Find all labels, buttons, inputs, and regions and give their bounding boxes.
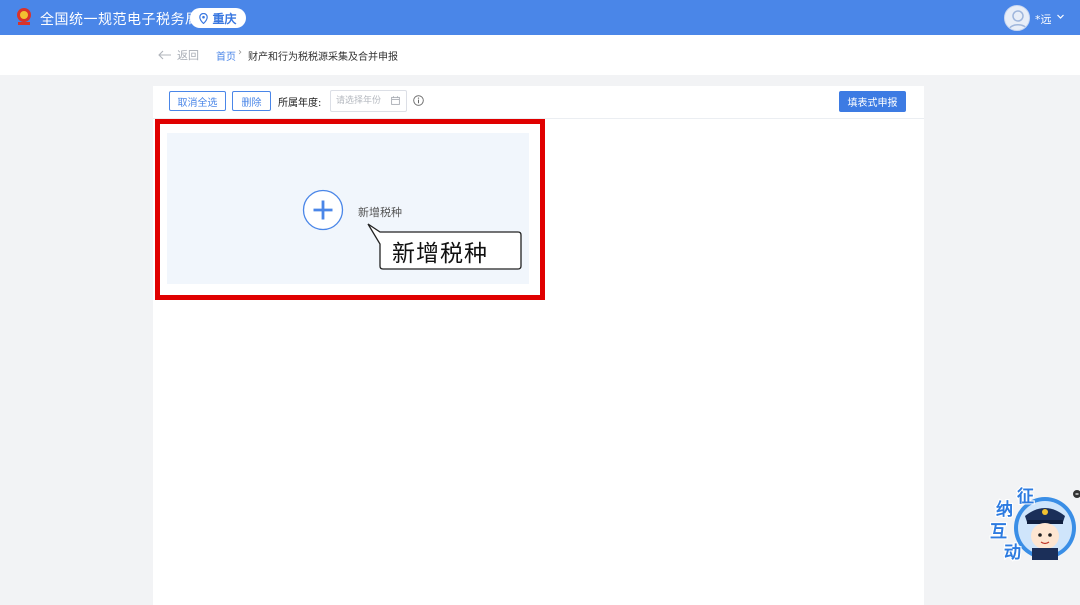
info-icon[interactable]: [413, 95, 424, 106]
mascot-char-na: 纳: [996, 499, 1013, 520]
arrow-left-icon: [158, 50, 171, 60]
back-label: 返回: [177, 49, 199, 62]
breadcrumb-current: 财产和行为税税源采集及合并申报: [248, 52, 398, 63]
chevron-down-icon[interactable]: [1056, 12, 1065, 21]
city-label: 重庆: [212, 11, 237, 26]
breadcrumb-home[interactable]: 首页: [216, 48, 236, 63]
location-pin-icon: [199, 12, 209, 24]
highlight-frame: [155, 119, 545, 300]
delete-button[interactable]: 删除: [232, 91, 271, 111]
user-avatar-icon: [1008, 10, 1028, 30]
breadcrumb-separator: ›: [238, 47, 242, 58]
tax-mascot-widget[interactable]: 征 纳 互 动: [985, 480, 1080, 575]
tax-emblem-icon: [17, 8, 31, 25]
mascot-char-dong: 动: [1004, 543, 1021, 563]
fill-form-declare-button[interactable]: 填表式申报: [839, 91, 906, 112]
top-header: 全国统一规范电子税务局 重庆 *远: [0, 0, 1080, 35]
mascot-char-zheng: 征: [1017, 486, 1034, 507]
year-label: 所属年度:: [278, 98, 322, 109]
calendar-icon[interactable]: [391, 96, 400, 105]
back-button[interactable]: 返回: [158, 47, 199, 63]
user-avatar[interactable]: [1004, 5, 1030, 31]
mascot-char-hu: 互: [990, 522, 1007, 542]
site-title[interactable]: 全国统一规范电子税务局: [40, 9, 200, 29]
city-selector[interactable]: 重庆: [190, 8, 246, 28]
callout-text: 新增税种: [392, 241, 488, 267]
deselect-all-button[interactable]: 取消全选: [169, 91, 226, 111]
user-name[interactable]: *远: [1035, 11, 1052, 27]
